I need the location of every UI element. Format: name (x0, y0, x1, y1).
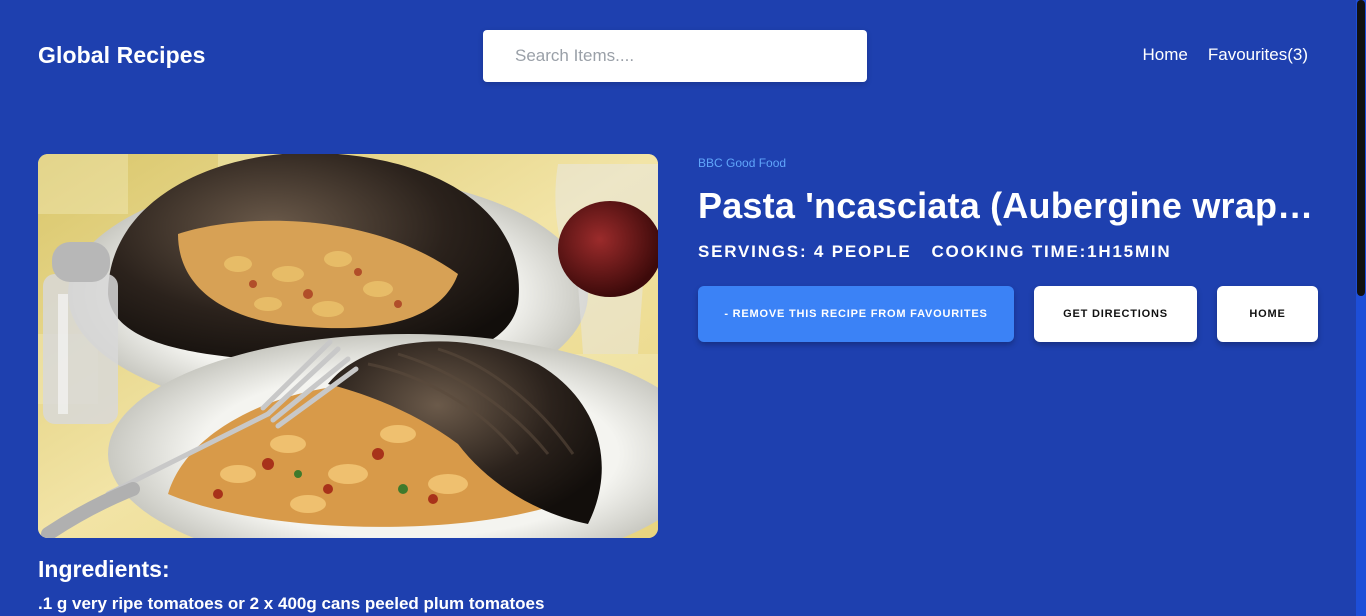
recipe-title: Pasta 'ncasciata (Aubergine wrap… (698, 185, 1314, 226)
recipe-image (38, 154, 658, 538)
recipe-servings: SERVINGS: 4 PEOPLE (698, 242, 912, 261)
page-scrollbar[interactable] (1356, 0, 1366, 616)
recipe-meta: SERVINGS: 4 PEOPLE COOKING TIME:1H15MIN (698, 242, 1172, 262)
remove-favourite-button[interactable]: - Remove this recipe from favourites (698, 286, 1014, 342)
nav-favourites-link[interactable]: Favourites(3) (1208, 45, 1308, 65)
recipe-cooking-time: COOKING TIME:1H15MIN (931, 242, 1172, 261)
page-header: Global Recipes Home Favourites(3) (0, 0, 1356, 112)
main-nav: Home Favourites(3) (1143, 45, 1309, 65)
recipe-publisher: BBC Good Food (698, 156, 787, 170)
search-input[interactable] (483, 30, 867, 82)
brand-logo-text[interactable]: Global Recipes (38, 42, 206, 69)
nav-home-link[interactable]: Home (1143, 45, 1188, 65)
home-button[interactable]: Home (1217, 286, 1318, 342)
get-directions-button[interactable]: Get directions (1034, 286, 1197, 342)
ingredients-heading: Ingredients: (38, 556, 170, 582)
scrollbar-thumb[interactable] (1357, 0, 1365, 296)
pasta-dish-photo (38, 154, 658, 538)
ingredient-item: .1 g very ripe tomatoes or 2 x 400g cans… (38, 594, 545, 613)
